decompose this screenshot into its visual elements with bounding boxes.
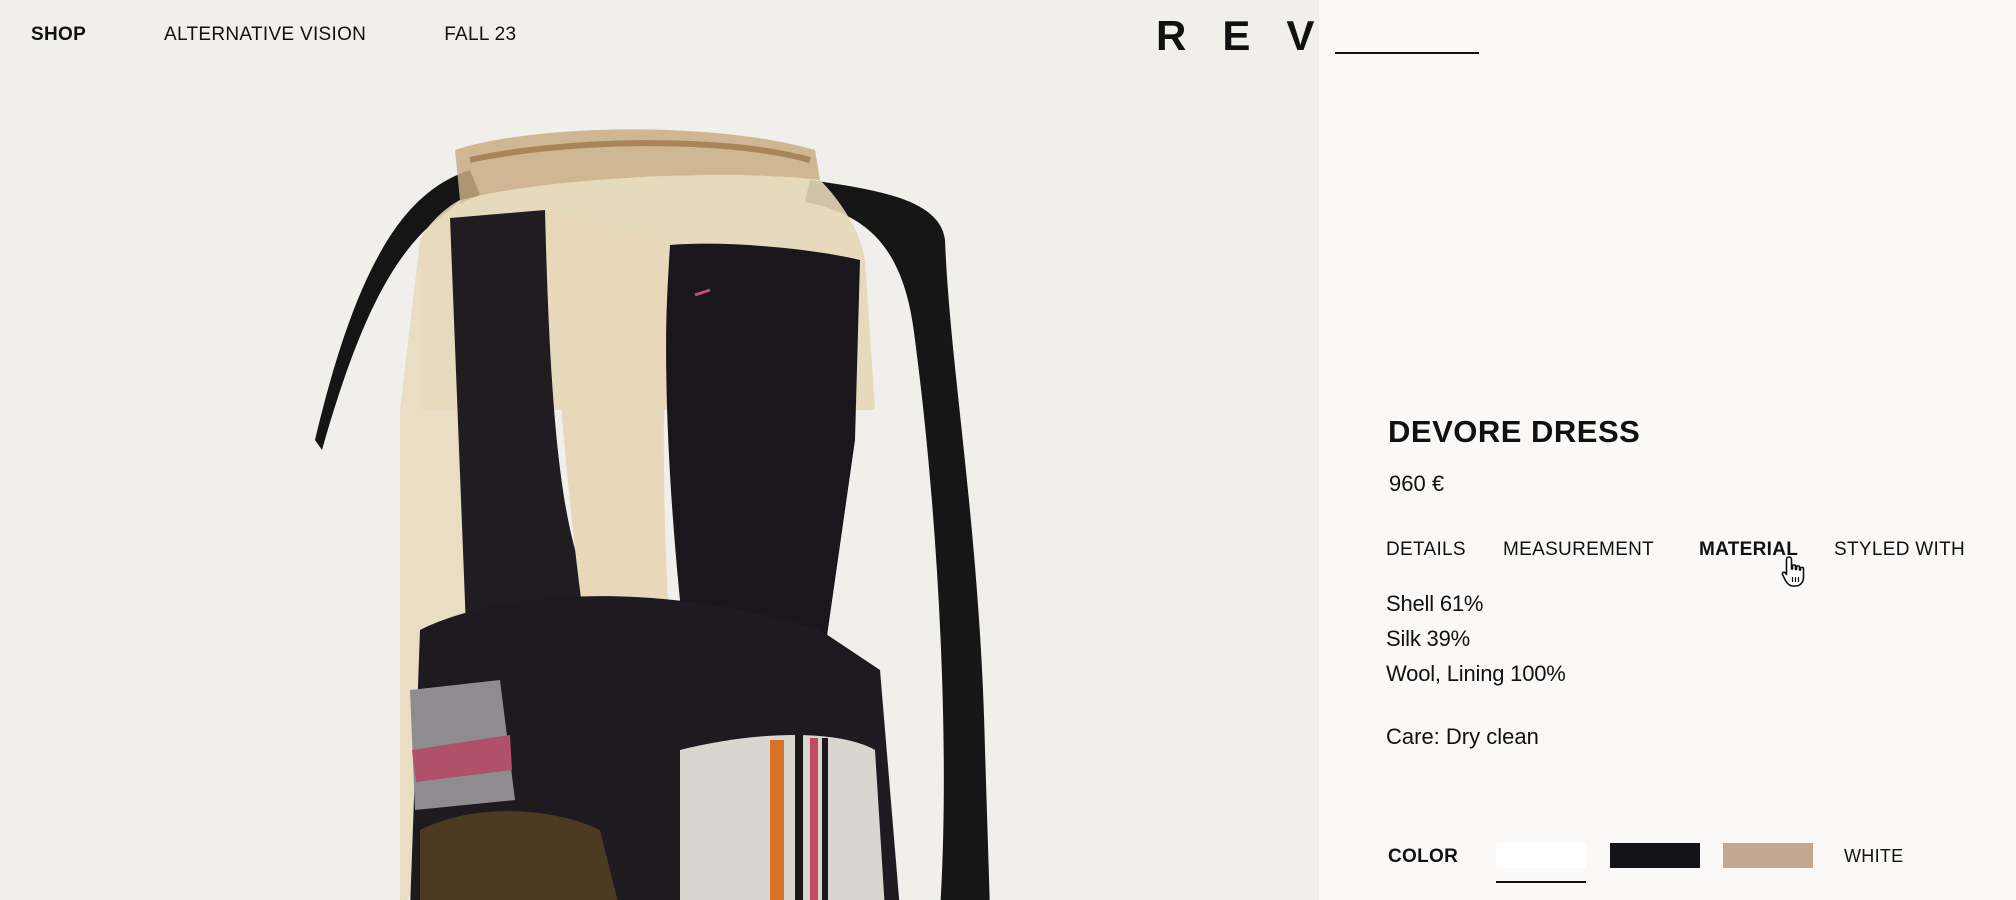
color-swatch-beige[interactable] [1723, 843, 1813, 868]
swatch-fill [1496, 843, 1586, 868]
product-info-tabs: DETAILS MEASUREMENT MATERIAL STYLED WITH [1386, 539, 1986, 563]
product-title: DEVORE DRESS [1388, 414, 1641, 449]
material-line: Shell 61% [1386, 591, 1484, 616]
selected-color-name: WHITE [1844, 846, 1904, 866]
material-line: Silk 39% [1386, 626, 1470, 651]
color-selector: COLOR WHITE [1388, 840, 2008, 883]
product-image [315, 129, 990, 900]
product-image-panel [0, 0, 1319, 900]
material-composition: Shell 61% Silk 39% Wool, Lining 100% [1386, 586, 1566, 691]
tab-details[interactable]: DETAILS [1386, 539, 1466, 561]
tab-styled-with[interactable]: STYLED WITH [1834, 539, 1965, 561]
brand-logo[interactable]: REV [1156, 12, 1350, 60]
nav-item-fall-23[interactable]: FALL 23 [444, 24, 516, 46]
nav-item-alternative-vision[interactable]: ALTERNATIVE VISION [164, 24, 366, 46]
hand-pointer-icon [1781, 556, 1805, 587]
color-label: COLOR [1388, 846, 1459, 867]
color-swatch-black[interactable] [1610, 843, 1700, 868]
material-line: Wool, Lining 100% [1386, 661, 1566, 686]
main-nav: SHOP ALTERNATIVE VISION FALL 23 [31, 24, 516, 46]
swatch-fill [1723, 843, 1813, 868]
swatch-fill [1610, 843, 1700, 868]
product-page: SHOP ALTERNATIVE VISION FALL 23 REV DEVO… [0, 0, 2016, 900]
product-info-panel [1319, 0, 2016, 900]
tab-measurement[interactable]: MEASUREMENT [1503, 539, 1654, 561]
care-instructions: Care: Dry clean [1386, 724, 1539, 749]
nav-item-shop[interactable]: SHOP [31, 24, 86, 46]
color-swatch-white[interactable] [1496, 843, 1586, 883]
product-price: 960 € [1389, 471, 1445, 496]
logo-underline [1335, 52, 1479, 54]
